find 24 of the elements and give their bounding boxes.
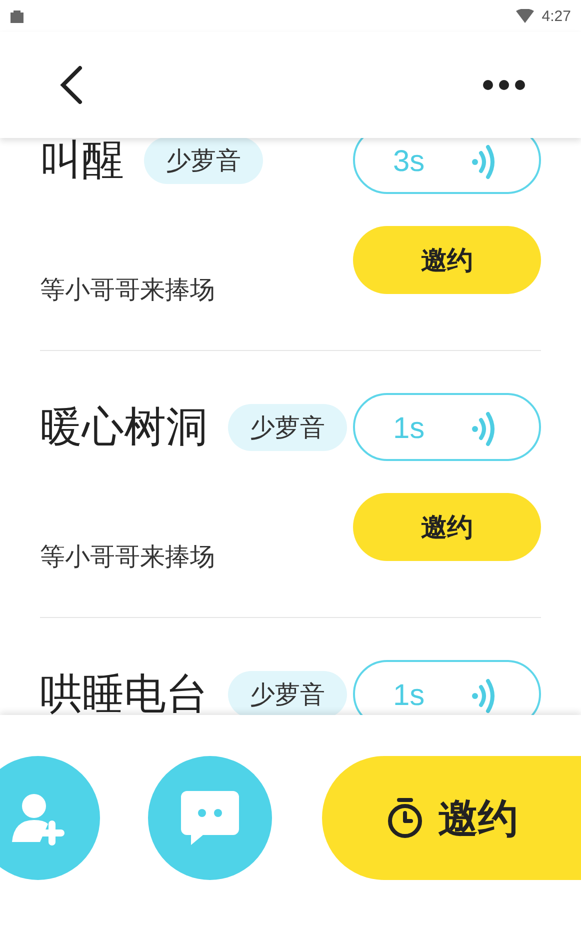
voice-duration: 1s	[393, 679, 425, 713]
invite-button[interactable]: 邀约	[353, 493, 541, 561]
voice-tag: 少萝音	[228, 670, 347, 715]
sound-icon	[471, 411, 497, 447]
chat-icon	[179, 789, 241, 847]
bag-icon	[10, 9, 24, 23]
voice-tag: 少萝音	[144, 138, 263, 184]
item-title: 哄睡电台	[40, 670, 208, 715]
more-icon[interactable]	[483, 80, 525, 90]
invite-button[interactable]: 邀约	[353, 226, 541, 294]
invite-main-button[interactable]: 邀约	[322, 756, 581, 880]
voice-duration: 3s	[393, 145, 425, 179]
item-description: 等小哥哥来捧场	[40, 274, 215, 306]
sound-icon	[471, 678, 497, 714]
item-description: 等小哥哥来捧场	[40, 541, 215, 573]
voice-tag: 少萝音	[228, 404, 347, 450]
item-title: 暖心树洞	[40, 402, 208, 452]
sound-icon	[471, 144, 497, 180]
timer-icon	[386, 797, 424, 839]
item-title: 叫醒	[40, 138, 124, 184]
status-time: 4:27	[542, 8, 571, 24]
voice-duration: 1s	[393, 412, 425, 446]
wifi-icon	[516, 9, 534, 23]
back-icon[interactable]	[58, 65, 84, 105]
